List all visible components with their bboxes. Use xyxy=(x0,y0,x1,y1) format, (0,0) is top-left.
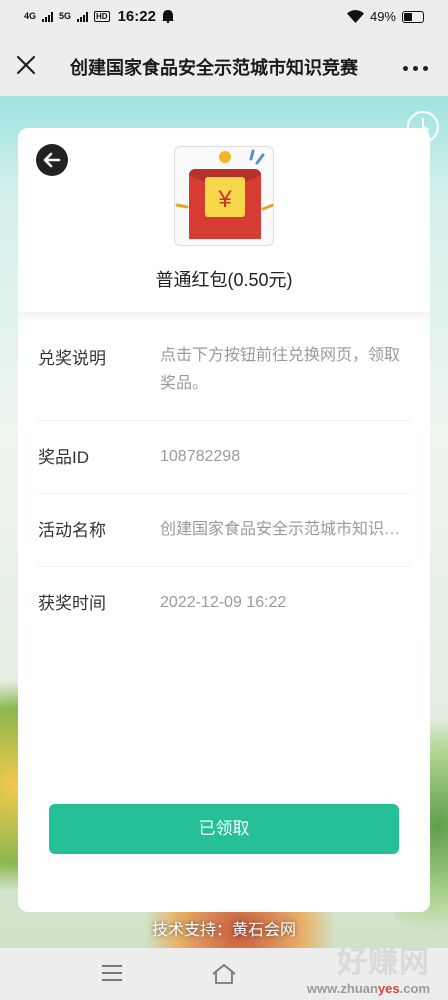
notification-icon xyxy=(161,10,174,23)
info-value: 2022-12-09 16:22 xyxy=(160,594,287,611)
status-time: 16:22 xyxy=(117,8,156,25)
prize-info-list: 兑奖说明 点击下方按钮前往兑换网页，领取奖品。 奖品ID 108782298 活… xyxy=(38,320,410,639)
info-value: 点击下方按钮前往兑换网页，领取奖品。 xyxy=(160,347,401,392)
info-row-instructions: 兑奖说明 点击下方按钮前往兑换网页，领取奖品。 xyxy=(38,320,410,421)
info-label: 获奖时间 xyxy=(38,594,106,613)
network-5g-label: 5G xyxy=(59,11,72,21)
signal-icon xyxy=(42,11,54,22)
hd-icon: HD xyxy=(94,11,110,22)
yen-symbol: ¥ xyxy=(217,186,232,213)
info-label: 兑奖说明 xyxy=(38,349,106,368)
prize-title: 普通红包(0.50元) xyxy=(155,270,293,290)
info-label: 奖品ID xyxy=(38,448,89,467)
page-title: 创建国家食品安全示范城市知识竞赛 xyxy=(70,58,358,78)
prize-card: ¥ 普通红包(0.50元) 兑奖说明 点击下方按钮前往兑换网页，领取奖品。 奖品… xyxy=(18,128,430,912)
close-icon[interactable] xyxy=(14,53,38,77)
home-icon[interactable] xyxy=(211,963,237,985)
info-value: 108782298 xyxy=(160,448,241,465)
menu-icon[interactable] xyxy=(102,965,122,981)
info-row-activity-name: 活动名称 创建国家食品安全示范城市知识竞赛 xyxy=(38,494,410,567)
info-row-award-time: 获奖时间 2022-12-09 16:22 xyxy=(38,567,410,639)
battery-percent: 49% xyxy=(369,9,396,24)
more-icon[interactable] xyxy=(403,66,428,71)
nav-bar: 创建国家食品安全示范城市知识竞赛 xyxy=(0,36,448,96)
battery-icon xyxy=(402,10,424,23)
back-button[interactable] xyxy=(36,144,68,176)
watermark-logo: 好赚网 xyxy=(337,946,430,979)
info-value: 创建国家食品安全示范城市知识竞赛 xyxy=(160,521,410,538)
signal-icon xyxy=(77,11,89,22)
watermark-url: www.zhuanyes.com xyxy=(306,981,430,996)
bottom-bar: 好赚网 www.zhuanyes.com xyxy=(0,946,448,1000)
watermark: 好赚网 www.zhuanyes.com xyxy=(307,937,430,996)
claimed-button[interactable]: 已领取 xyxy=(49,804,399,854)
divider xyxy=(18,312,430,320)
wifi-icon xyxy=(346,10,364,23)
info-label: 活动名称 xyxy=(38,521,106,540)
network-4g-label: 4G xyxy=(24,11,37,21)
arrow-left-icon xyxy=(43,152,61,168)
info-row-prize-id: 奖品ID 108782298 xyxy=(38,421,410,494)
status-bar: 4G 5G HD 16:22 49% xyxy=(0,0,448,36)
red-envelope-icon: ¥ xyxy=(174,146,274,246)
